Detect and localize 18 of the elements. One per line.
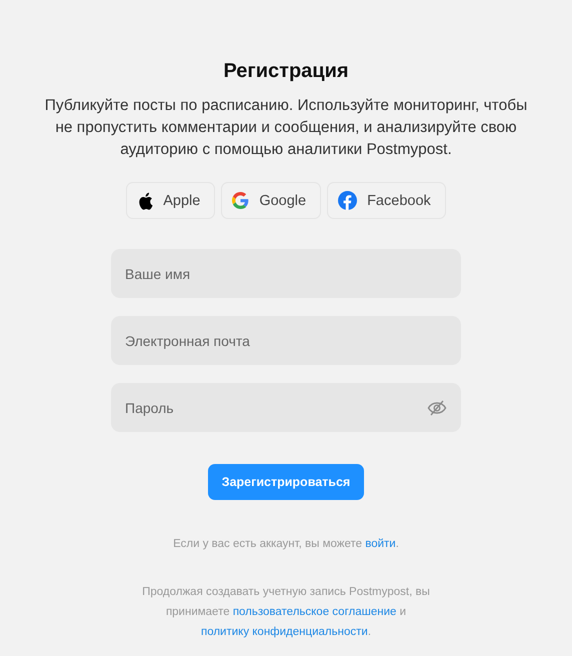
input-field[interactable]: Электронная почта xyxy=(111,316,461,365)
social-login-button[interactable]: Facebook xyxy=(327,182,446,219)
input-field[interactable]: Пароль xyxy=(111,383,461,432)
description-text: Публикуйте посты по расписанию. Используйте мониторинг, чтобы не пропустить комментарии и сообщения, и анализируйте свою аудиторию с помощью аналитики Postmypost. xyxy=(44,96,528,160)
terms-text: Продолжая создавать учетную запись Postmypost, вы принимаете пользовательское соглашение и политику конфиденциальности. xyxy=(141,585,431,640)
privacy-policy-link[interactable]: политику конфиденциальности xyxy=(200,626,368,638)
login-note: Если у вас есть аккаунт, вы можете войти. xyxy=(172,537,400,552)
register-button[interactable]: Зарегистрироваться xyxy=(208,464,364,500)
social-login-button[interactable]: Apple xyxy=(126,182,216,219)
user-agreement-link[interactable]: пользовательское соглашение xyxy=(232,606,396,618)
input-field[interactable]: Ваше имя xyxy=(111,249,461,298)
social-login-button[interactable]: Google xyxy=(221,182,322,219)
google-icon xyxy=(232,192,250,209)
page-title: Регистрация xyxy=(223,60,349,83)
eye-slash-icon[interactable] xyxy=(427,400,447,416)
apple-icon xyxy=(137,192,154,210)
login-link[interactable]: войти xyxy=(365,538,396,550)
facebook-icon xyxy=(338,191,358,210)
